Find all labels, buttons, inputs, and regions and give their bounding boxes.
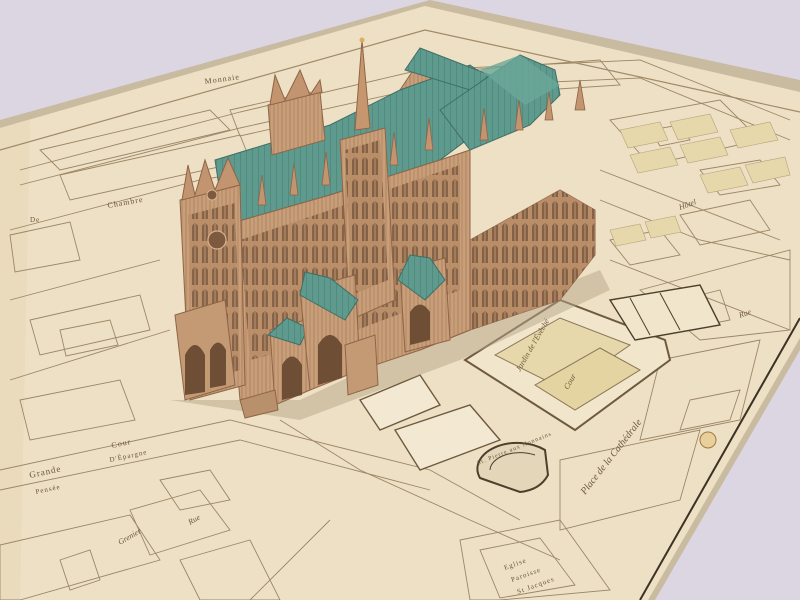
label-west-small: De	[30, 216, 40, 224]
rose-window	[207, 230, 227, 250]
cathedral-model-scene: Monnaie Chambre De Grande Cour Pensée D'…	[0, 0, 800, 600]
